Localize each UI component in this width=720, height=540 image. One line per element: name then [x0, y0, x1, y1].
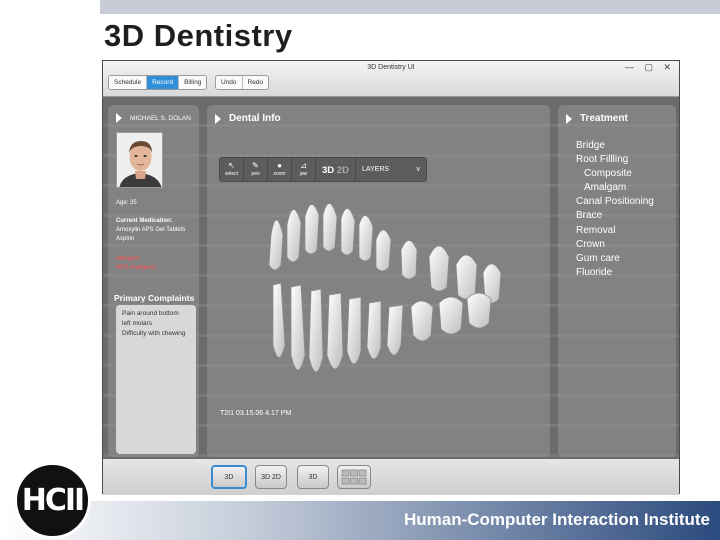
layers-dropdown[interactable]: LAYERS v	[356, 158, 426, 181]
treatment-panel: Treatment Bridge Root Fillling Composite…	[558, 105, 676, 457]
complaint-line: Pain around bottom	[122, 310, 179, 317]
treatment-item-bridge[interactable]: Bridge	[576, 139, 654, 153]
expand-triangle-icon	[566, 113, 572, 124]
treatment-header[interactable]: Treatment	[566, 113, 628, 124]
undo-button[interactable]: Undo	[216, 76, 243, 89]
expand-triangle-icon	[116, 113, 122, 123]
mode-3d[interactable]: 3D	[322, 165, 334, 176]
treatment-item-crown[interactable]: Crown	[576, 238, 654, 252]
medication-item: Amoxylin APS Gel Tablets	[116, 227, 186, 233]
chevron-down-icon: v	[416, 166, 420, 173]
treatment-item-amalgam[interactable]: Amalgam	[576, 181, 654, 195]
view-3d-split-button[interactable]: 3D	[297, 465, 329, 489]
complaint-line: Difficulty with chewing	[122, 330, 186, 337]
view-grid-button[interactable]	[337, 465, 371, 489]
treatment-title: Treatment	[580, 113, 628, 124]
complaint-line: left molars	[122, 320, 152, 327]
pen-tool[interactable]: ✎ pen	[244, 158, 268, 181]
view-mode-toggle[interactable]: 3D 2D	[316, 158, 356, 181]
hcii-logo: HCII	[14, 462, 91, 539]
tool-label: jaw	[299, 171, 308, 177]
patient-photo	[116, 132, 163, 188]
slide-title: 3D Dentistry	[104, 18, 293, 53]
treatment-item-removal[interactable]: Removal	[576, 224, 654, 238]
tool-label: select	[224, 171, 239, 177]
edit-buttons: Undo Redo	[215, 75, 270, 90]
dental-toolbar: ↖ select ✎ pen ● zoom ⊿ jaw 3D 2D LAYERS…	[219, 157, 427, 182]
treatment-item-canal-positioning[interactable]: Canal Positioning	[576, 195, 654, 209]
slide-top-band	[0, 0, 720, 14]
window-controls[interactable]: — ▢ ✕	[625, 62, 675, 73]
dental-header[interactable]: Dental Info	[215, 113, 281, 124]
view-3d-2d-button[interactable]: 3D 2D	[255, 465, 287, 489]
redo-button[interactable]: Redo	[242, 76, 269, 89]
age-value: 35	[130, 200, 137, 206]
patient-header[interactable]: MICHAEL S. DOLAN	[116, 113, 191, 123]
dental-title: Dental Info	[229, 113, 281, 124]
cursor-icon: ↖	[228, 161, 235, 170]
tool-label: zoom	[273, 171, 286, 177]
app-body: MICHAEL S. DOLAN Age: 35 Current Medicat…	[103, 97, 679, 459]
app-window: 3D Dentistry UI — ▢ ✕ Schedule Record Bi…	[102, 60, 680, 495]
allergies-value: HPS Analgesic	[116, 265, 156, 271]
zoom-tool[interactable]: ● zoom	[268, 158, 292, 181]
treatment-item-brace[interactable]: Brace	[576, 209, 654, 223]
tab-schedule[interactable]: Schedule	[109, 76, 148, 89]
patient-name: MICHAEL S. DOLAN	[130, 114, 191, 122]
tab-record[interactable]: Record	[147, 76, 180, 89]
window-titlebar: 3D Dentistry UI — ▢ ✕ Schedule Record Bi…	[103, 61, 679, 97]
layers-label: LAYERS	[361, 166, 390, 173]
window-title: 3D Dentistry UI	[367, 64, 415, 71]
pen-icon: ✎	[252, 161, 259, 170]
3d-teeth-model[interactable]	[251, 195, 511, 395]
view-3d-button[interactable]: 3D	[211, 465, 247, 489]
medication-item: Aspirin	[116, 236, 135, 242]
tab-billing[interactable]: Billing	[179, 76, 207, 89]
complaints-title: Primary Complaints	[114, 293, 195, 303]
nav-tabs: Schedule Record Billing	[108, 75, 208, 90]
scan-timestamp: T2I1 03.15.06 4.17 PM	[220, 410, 292, 417]
mode-2d[interactable]: 2D	[337, 165, 349, 176]
jaw-tool[interactable]: ⊿ jaw	[292, 158, 316, 181]
patient-panel: MICHAEL S. DOLAN Age: 35 Current Medicat…	[108, 105, 199, 457]
jaw-icon: ⊿	[300, 161, 307, 170]
tool-label: pen	[251, 171, 260, 177]
expand-triangle-icon	[215, 113, 221, 124]
medication-label: Current Medication:	[116, 218, 173, 224]
treatment-item-gum-care[interactable]: Gum care	[576, 252, 654, 266]
complaints-textbox[interactable]: Pain around bottom left molars Difficult…	[116, 305, 196, 454]
allergies-label: Allergies:	[116, 256, 141, 262]
treatment-list: Bridge Root Fillling Composite Amalgam C…	[576, 139, 654, 280]
view-selector-bar: 3D 3D 2D 3D	[103, 459, 679, 495]
slide-footer: Human-Computer Interaction Institute	[0, 501, 720, 540]
institute-name: Human-Computer Interaction Institute	[403, 510, 710, 529]
zoom-icon: ●	[277, 161, 282, 170]
treatment-item-root-filling[interactable]: Root Fillling	[576, 153, 654, 167]
grid-view-icon	[341, 469, 367, 485]
age-label: Age:	[116, 200, 129, 206]
treatment-item-composite[interactable]: Composite	[576, 167, 654, 181]
select-tool[interactable]: ↖ select	[220, 158, 244, 181]
treatment-item-fluoride[interactable]: Fluoride	[576, 266, 654, 280]
dental-info-panel: Dental Info ↖ select ✎ pen ● zoom ⊿ jaw	[207, 105, 550, 457]
